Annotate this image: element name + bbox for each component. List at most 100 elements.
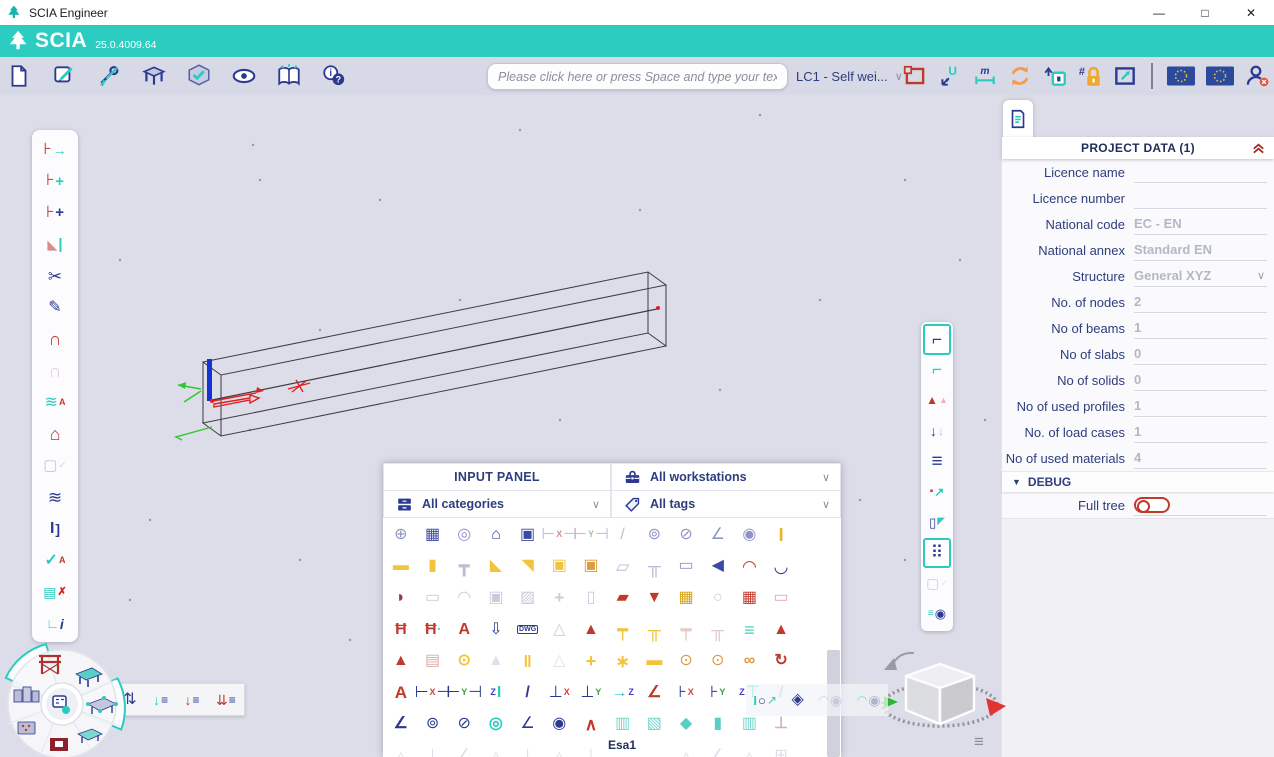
- property-value[interactable]: 2: [1134, 291, 1267, 313]
- slab-fringe-icon[interactable]: ▤: [417, 645, 449, 677]
- opening-box-icon[interactable]: ▣: [543, 551, 575, 583]
- collapse-panel-icon[interactable]: [1250, 140, 1267, 156]
- cone-icon[interactable]: ▲: [765, 614, 797, 646]
- view-rendered[interactable]: ⌐: [923, 355, 951, 386]
- panel-hole-icon[interactable]: ▭: [765, 582, 797, 614]
- workstation-icon[interactable]: [141, 63, 167, 89]
- load-list-red-icon[interactable]: ↓≡: [185, 693, 200, 707]
- box-dotted-icon[interactable]: ▭: [670, 551, 702, 583]
- new-tab-button[interactable]: +: [669, 7, 678, 24]
- support-a-icon[interactable]: ▵: [385, 740, 417, 757]
- visibility-icon[interactable]: [231, 63, 257, 89]
- workstations-filter[interactable]: All workstations ∨: [611, 463, 841, 491]
- radial-workstation-menu[interactable]: [0, 642, 130, 757]
- maximize-button[interactable]: □: [1182, 0, 1228, 25]
- clock-icon[interactable]: ⊚: [639, 519, 671, 551]
- shell-saddle-icon[interactable]: ◡: [765, 551, 797, 583]
- hide-swoosh-eye-icon[interactable]: ◠◉: [819, 693, 843, 707]
- import-dwg-icon[interactable]: DWG: [512, 614, 544, 646]
- segment-solid[interactable]: [18, 722, 35, 734]
- load-case-select[interactable]: LC1 - Self wei... ∨: [796, 63, 903, 90]
- table-1-icon[interactable]: ┯: [607, 614, 639, 646]
- coord-y-icon[interactable]: ⊥Y: [575, 677, 607, 709]
- fit-view-icon[interactable]: [1112, 63, 1138, 89]
- spiral-2-icon[interactable]: ◉: [543, 709, 575, 741]
- slab-vertical-icon[interactable]: ▯: [575, 582, 607, 614]
- minimize-button[interactable]: —: [1136, 0, 1182, 25]
- view-settings-eye-icon[interactable]: ≡◉: [928, 607, 946, 620]
- view-labels-icon[interactable]: ▯◤: [929, 516, 945, 529]
- angle-3-icon[interactable]: ∠: [512, 709, 544, 741]
- table-2-icon[interactable]: ╥: [639, 614, 671, 646]
- selection-frame-icon[interactable]: [902, 63, 928, 89]
- navigation-cube[interactable]: [868, 638, 1008, 757]
- import-model-icon[interactable]: ⇩: [480, 614, 512, 646]
- curved-member-icon[interactable]: ◠: [734, 551, 766, 583]
- prism-icon[interactable]: ◀: [702, 551, 734, 583]
- view-loads[interactable]: ▲▲: [923, 385, 951, 416]
- spiral-icon[interactable]: ◉: [734, 519, 766, 551]
- view-load-arrows[interactable]: ↓↓: [923, 416, 951, 447]
- support-e-icon[interactable]: ⊥: [512, 740, 544, 757]
- circle-slash-icon[interactable]: ⊘: [670, 519, 702, 551]
- table-faded-2-icon[interactable]: ╥: [702, 614, 734, 646]
- support-l-icon[interactable]: ▵: [734, 740, 766, 757]
- property-value[interactable]: General XYZ∨: [1134, 265, 1267, 287]
- grid-circular-icon[interactable]: ◎: [448, 519, 480, 551]
- view-structure[interactable]: ⌐: [923, 324, 951, 355]
- beam-star-icon[interactable]: ∗: [607, 645, 639, 677]
- angle-measure-icon[interactable]: ∠: [385, 709, 417, 741]
- frame-faded-icon[interactable]: △: [543, 645, 575, 677]
- twin-columns-icon[interactable]: ‖: [512, 645, 544, 677]
- property-value[interactable]: 1: [1134, 421, 1267, 443]
- column-head-icon[interactable]: ┳: [448, 551, 480, 583]
- project-data-tab[interactable]: [1003, 100, 1033, 138]
- measure-icon[interactable]: [972, 63, 998, 89]
- new-project-icon[interactable]: [6, 63, 32, 89]
- pipe-double-icon[interactable]: ∞: [734, 645, 766, 677]
- table-faded-1-icon[interactable]: ┯: [670, 614, 702, 646]
- rename-text-icon[interactable]: I]: [32, 513, 78, 545]
- ribbed-slab-icon[interactable]: ▦: [670, 582, 702, 614]
- add-member-blue-icon[interactable]: ⊦+: [32, 197, 78, 229]
- panel-nodes-icon[interactable]: ▰: [607, 582, 639, 614]
- paintbrush-icon[interactable]: ✎: [32, 292, 78, 324]
- property-value[interactable]: [1134, 161, 1267, 183]
- rotate-right-arrow[interactable]: [986, 698, 1006, 716]
- view-supports-icon[interactable]: ▪↗: [930, 486, 945, 498]
- axes-rotated-icon[interactable]: ∠: [639, 677, 671, 709]
- support-c-icon[interactable]: ∠: [448, 740, 480, 757]
- snap-settings-icon[interactable]: [1042, 63, 1068, 89]
- isometric-view-icon[interactable]: ◈: [792, 692, 804, 708]
- truss-faded-icon[interactable]: △: [543, 614, 575, 646]
- move-node-icon[interactable]: ⊦→: [32, 134, 78, 166]
- property-value[interactable]: 1: [1134, 317, 1267, 339]
- mirror-icon[interactable]: ◣|: [32, 229, 78, 261]
- dim-diagonal-2-icon[interactable]: /: [512, 677, 544, 709]
- house-frame-icon[interactable]: ⌂: [32, 418, 78, 450]
- property-value[interactable]: 0: [1134, 369, 1267, 391]
- frame-2d-icon[interactable]: Ħ: [385, 614, 417, 646]
- span-x-icon[interactable]: ⊦X: [670, 677, 702, 709]
- panel-trapezoid-icon[interactable]: ▼: [639, 582, 671, 614]
- arch-frame-disabled-icon[interactable]: ∩: [32, 355, 78, 387]
- axis-compass-icon[interactable]: ⊕: [385, 519, 417, 551]
- zoom-selection-icon[interactable]: I○↗: [753, 694, 777, 707]
- dim-line-z-icon[interactable]: ZI: [480, 677, 512, 709]
- support-k-icon[interactable]: ∠: [702, 740, 734, 757]
- shell-curved-icon[interactable]: ◗: [385, 582, 417, 614]
- property-value[interactable]: Standard EN: [1134, 239, 1267, 261]
- check-model-icon[interactable]: [186, 63, 212, 89]
- lock-settings-icon[interactable]: [1077, 63, 1103, 89]
- slab-diagonal-icon[interactable]: ▨: [512, 582, 544, 614]
- slab-arrows-icon[interactable]: ▬: [639, 645, 671, 677]
- dim-y-icon[interactable]: ⊢Y⊣: [575, 519, 607, 551]
- selection-disabled-icon[interactable]: ▢✓: [926, 576, 948, 590]
- beam-horizontal-icon[interactable]: ▬: [385, 551, 417, 583]
- view-load-arrows-icon[interactable]: ↓↓: [930, 424, 944, 438]
- dot-grid[interactable]: ⠿: [923, 538, 951, 569]
- dim-diagonal-icon[interactable]: /: [607, 519, 639, 551]
- slab-hole-icon[interactable]: ○: [702, 582, 734, 614]
- frame-corner-icon[interactable]: A: [448, 614, 480, 646]
- load-list-teal-icon[interactable]: ↓≡: [153, 693, 168, 707]
